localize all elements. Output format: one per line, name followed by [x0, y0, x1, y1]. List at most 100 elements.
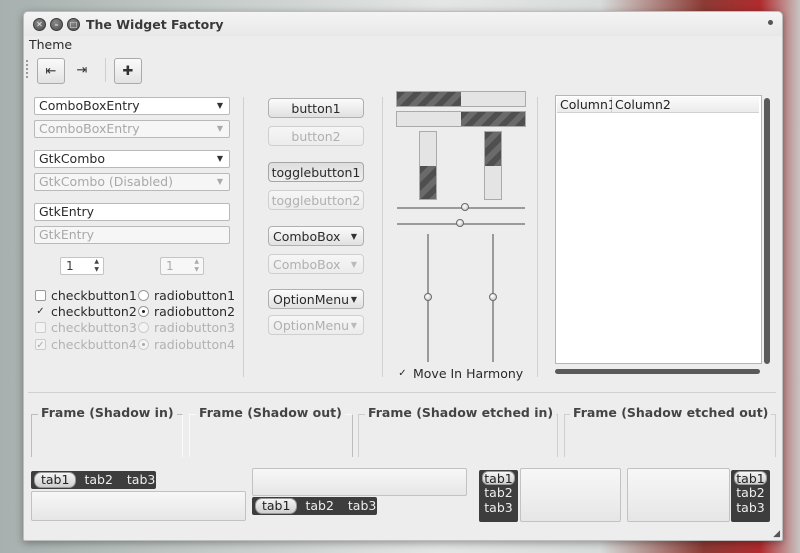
combobox-label: ComboBox — [273, 229, 341, 244]
notebook-left-tabs: tab1 tab2 tab3 — [479, 470, 518, 522]
tab-2[interactable]: tab2 — [299, 499, 339, 513]
menu-item-theme[interactable]: Theme — [29, 37, 72, 52]
combobox-entry[interactable]: ComboBoxEntry ▼ — [34, 97, 230, 115]
add-button[interactable]: ✚ — [114, 58, 142, 84]
tab-2[interactable]: tab2 — [733, 486, 768, 500]
radiobutton-label: radiobutton3 — [154, 320, 236, 335]
radiobutton-label: radiobutton4 — [154, 337, 236, 352]
progress-fill — [397, 92, 461, 106]
frame-shadow-etched-out — [564, 414, 776, 457]
window-menu-icon[interactable] — [768, 20, 773, 25]
combobox-entry-disabled: ComboBoxEntry ▼ — [34, 120, 230, 138]
notebook-top-tabs: tab1 tab2 tab3 — [31, 471, 156, 489]
progress-bar-v1 — [419, 131, 437, 200]
button2: button2 — [268, 126, 364, 146]
dropdown-arrow-icon[interactable]: ▼ — [217, 151, 223, 167]
checkbox-checked-icon[interactable]: ✓ — [397, 368, 408, 379]
radiobutton-4: radiobutton4 — [138, 337, 235, 352]
spin-value: 1 — [66, 259, 74, 273]
dropdown-arrow-icon: ▼ — [350, 295, 357, 304]
resize-grip-icon[interactable]: ◢ — [773, 529, 780, 539]
move-in-harmony-label: Move In Harmony — [413, 366, 524, 381]
tab-1[interactable]: tab1 — [255, 498, 298, 514]
optionmenu-button-disabled: OptionMenu ▼ — [268, 315, 364, 335]
gtk-combo-disabled-text: GtkCombo (Disabled) — [39, 174, 173, 189]
slider-knob[interactable] — [424, 292, 432, 301]
go-first-icon: ⇤ — [45, 63, 57, 79]
progress-fill — [461, 112, 525, 126]
gtk-entry-text: GtkEntry — [39, 204, 95, 219]
button1[interactable]: button1 — [268, 98, 364, 118]
checkbox-icon[interactable] — [35, 290, 46, 301]
titlebar[interactable]: ✕ – □ The Widget Factory — [24, 12, 782, 36]
tab-3[interactable]: tab3 — [121, 473, 161, 487]
radiobutton-2[interactable]: radiobutton2 — [138, 304, 235, 319]
dropdown-arrow-icon: ▼ — [350, 232, 357, 241]
checkbox-checked-icon: ✓ — [35, 339, 46, 351]
notebook-page — [252, 468, 467, 496]
slider-knob[interactable] — [455, 219, 464, 227]
frame-label: Frame (Shadow etched in) — [365, 405, 557, 420]
checkbutton-2[interactable]: ✓ checkbutton2 — [35, 304, 136, 319]
close-icon[interactable]: ✕ — [33, 18, 46, 31]
optionmenu-button[interactable]: OptionMenu ▼ — [268, 289, 364, 309]
maximize-icon[interactable]: □ — [67, 18, 80, 31]
gtk-combo[interactable]: GtkCombo ▼ — [34, 150, 230, 168]
go-last-button[interactable]: ⇥ — [69, 58, 95, 82]
spin-button-1[interactable]: 1 ▲ ▼ — [60, 257, 104, 275]
combobox-button[interactable]: ComboBox ▼ — [268, 226, 364, 246]
column-header-2[interactable]: Column2 — [612, 97, 759, 113]
vertical-scrollbar[interactable] — [764, 98, 770, 364]
frame-label: Frame (Shadow etched out) — [570, 405, 772, 420]
tree-view[interactable]: Column1 Column2 — [555, 95, 762, 364]
dropdown-arrow-icon[interactable]: ▼ — [217, 98, 223, 114]
separator — [243, 97, 244, 377]
gtk-combo-text: GtkCombo — [39, 151, 105, 166]
frame-label: Frame (Shadow in) — [38, 405, 177, 420]
tab-1[interactable]: tab1 — [482, 471, 515, 486]
slider-knob[interactable] — [460, 203, 469, 211]
tab-3[interactable]: tab3 — [342, 499, 382, 513]
radiobutton-3: radiobutton3 — [138, 320, 235, 335]
notebook-page — [627, 468, 730, 522]
go-first-button[interactable]: ⇤ — [37, 58, 65, 84]
toolbar-grip[interactable] — [26, 60, 31, 78]
checkbutton-label: checkbutton3 — [51, 320, 137, 335]
go-last-icon: ⇥ — [76, 62, 88, 78]
dropdown-arrow-icon: ▼ — [350, 321, 357, 330]
radiobutton-1[interactable]: radiobutton1 — [138, 288, 235, 303]
move-in-harmony-check[interactable]: ✓ Move In Harmony — [397, 366, 523, 381]
horizontal-scrollbar[interactable] — [555, 369, 760, 374]
gtk-entry-disabled: GtkEntry — [34, 226, 230, 244]
tab-3[interactable]: tab3 — [481, 501, 516, 515]
combobox-button-disabled: ComboBox ▼ — [268, 254, 364, 274]
combobox-label: ComboBox — [273, 257, 341, 272]
spin-arrows-icon[interactable]: ▲ ▼ — [94, 258, 99, 274]
tab-2[interactable]: tab2 — [481, 486, 516, 500]
gtk-entry[interactable]: GtkEntry — [34, 203, 230, 221]
dropdown-arrow-icon: ▼ — [216, 124, 223, 133]
gtk-combo-disabled: GtkCombo (Disabled) ▼ — [34, 173, 230, 191]
toolbar-separator — [105, 58, 106, 82]
radio-icon[interactable] — [138, 290, 149, 301]
tab-2[interactable]: tab2 — [78, 473, 118, 487]
tab-1[interactable]: tab1 — [734, 471, 767, 486]
checkbutton-3: checkbutton3 — [35, 320, 137, 335]
tab-1[interactable]: tab1 — [34, 472, 77, 488]
radio-selected-icon — [138, 339, 149, 350]
add-icon: ✚ — [122, 63, 134, 79]
separator — [28, 392, 776, 393]
dropdown-arrow-icon: ▼ — [216, 177, 223, 186]
tab-3[interactable]: tab3 — [733, 501, 768, 515]
dropdown-arrow-icon: ▼ — [350, 260, 357, 269]
togglebutton1[interactable]: togglebutton1 — [268, 162, 364, 182]
slider-knob[interactable] — [489, 292, 497, 301]
checkbox-checked-icon[interactable]: ✓ — [35, 306, 46, 317]
optionmenu-label: OptionMenu — [273, 318, 350, 333]
checkbox-icon — [35, 322, 46, 333]
radio-selected-icon[interactable] — [138, 306, 149, 317]
separator — [382, 97, 383, 377]
minimize-icon[interactable]: – — [50, 18, 63, 31]
column-header-1[interactable]: Column1 — [557, 97, 616, 113]
checkbutton-1[interactable]: checkbutton1 — [35, 288, 137, 303]
